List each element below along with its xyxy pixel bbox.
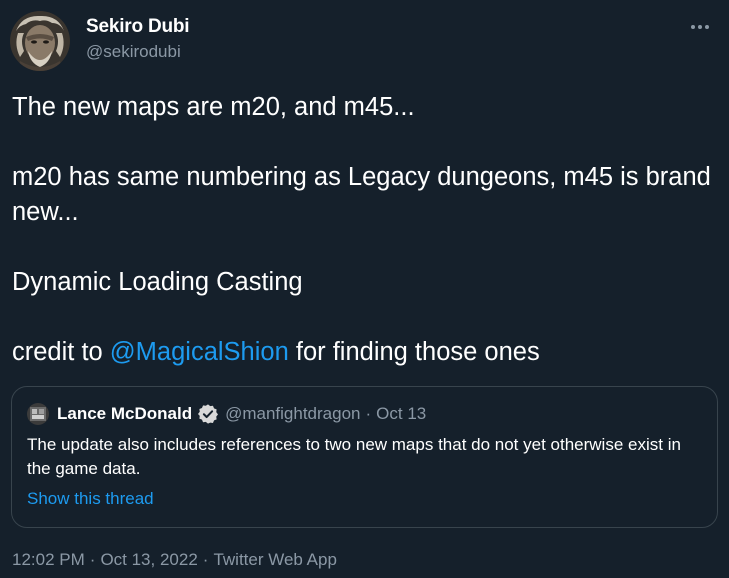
- tweet-card: Sekiro Dubi @sekirodubi The new maps are…: [0, 0, 729, 578]
- author-handle[interactable]: @sekirodubi: [86, 41, 189, 63]
- tweet-line-3: Dynamic Loading Casting: [12, 268, 303, 296]
- credit-suffix: for finding those ones: [288, 338, 540, 366]
- verified-badge-icon: [198, 404, 219, 424]
- tweet-metadata: 12:02 PM · Oct 13, 2022 · Twitter Web App: [12, 550, 337, 570]
- show-thread-link[interactable]: Show this thread: [27, 489, 154, 509]
- more-options-button[interactable]: [685, 12, 715, 42]
- credit-prefix: credit to: [12, 338, 110, 366]
- quoted-tweet-header: Lance McDonald @manfightdragon · Oct 13: [27, 403, 426, 425]
- quoted-author-name: Lance McDonald: [57, 404, 193, 423]
- author-info: Sekiro Dubi @sekirodubi: [86, 16, 190, 63]
- meta-separator-2: ·: [202, 550, 209, 569]
- mention-link[interactable]: @MagicalShion: [110, 338, 289, 366]
- quoted-author-avatar: [27, 403, 49, 425]
- author-display-name[interactable]: Sekiro Dubi: [86, 16, 190, 38]
- tweet-source[interactable]: Twitter Web App: [213, 550, 336, 569]
- tweet-text: The new maps are m20, and m45... m20 has…: [12, 90, 717, 370]
- quoted-author-handle: @manfightdragon: [225, 404, 361, 423]
- quoted-separator: ·: [365, 404, 372, 423]
- quoted-date: Oct 13: [376, 404, 427, 423]
- quoted-tweet-text: The update also includes references to t…: [27, 435, 681, 478]
- meta-separator-1: ·: [89, 550, 96, 569]
- tweet-line-1: The new maps are m20, and m45...: [12, 93, 415, 121]
- tweet-date[interactable]: Oct 13, 2022: [100, 550, 197, 569]
- more-dots-icon: [691, 25, 709, 29]
- tweet-time[interactable]: 12:02 PM: [12, 550, 85, 569]
- quoted-tweet[interactable]: Lance McDonald @manfightdragon · Oct 13 …: [11, 386, 718, 528]
- tweet-credit-line: credit to @MagicalShion for finding thos…: [12, 335, 717, 370]
- author-avatar[interactable]: [10, 11, 70, 71]
- tweet-line-2: m20 has same numbering as Legacy dungeon…: [12, 163, 711, 226]
